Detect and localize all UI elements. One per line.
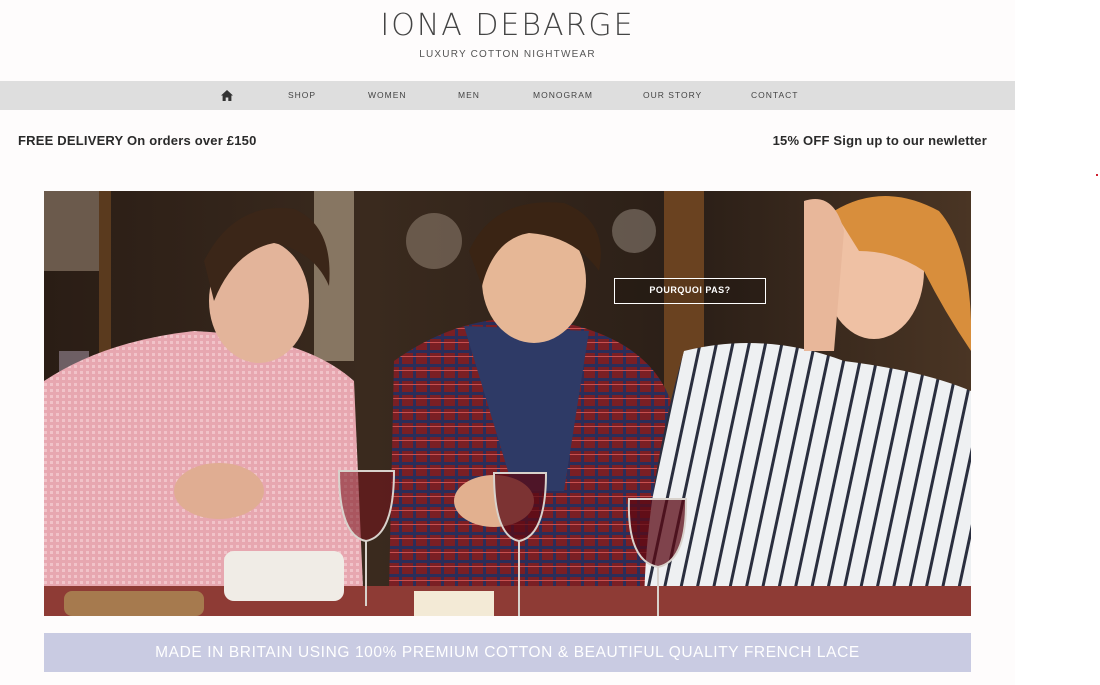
nav-item-women[interactable]: WOMEN [368,81,407,110]
brand-tagline: LUXURY COTTON NIGHTWEAR [419,49,596,60]
newsletter-promo[interactable]: 15% OFF Sign up to our newletter [773,133,987,148]
brand-logo[interactable]: IONA DEBARGE [0,8,1015,43]
stray-dot [1096,174,1098,176]
page: IONA DEBARGE LUXURY COTTON NIGHTWEAR SHO… [0,0,1015,685]
nav-item-men[interactable]: MEN [458,81,480,110]
nav-item-shop[interactable]: SHOP [288,81,316,110]
nav-item-monogram[interactable]: MONOGRAM [533,81,593,110]
home-icon[interactable] [221,90,233,101]
brand-header: IONA DEBARGE LUXURY COTTON NIGHTWEAR [0,8,1015,60]
main-nav: SHOP WOMEN MEN MONOGRAM OUR STORY CONTAC… [0,81,1015,110]
hero-photo-illustration [44,191,971,616]
hero-image[interactable]: POURQUOI PAS? [44,191,971,616]
nav-item-contact[interactable]: CONTACT [751,81,798,110]
free-delivery-promo[interactable]: FREE DELIVERY On orders over £150 [18,133,257,148]
made-in-britain-banner: MADE IN BRITAIN USING 100% PREMIUM COTTO… [44,633,971,672]
nav-item-our-story[interactable]: OUR STORY [643,81,702,110]
pourquoi-pas-button[interactable]: POURQUOI PAS? [614,278,766,304]
